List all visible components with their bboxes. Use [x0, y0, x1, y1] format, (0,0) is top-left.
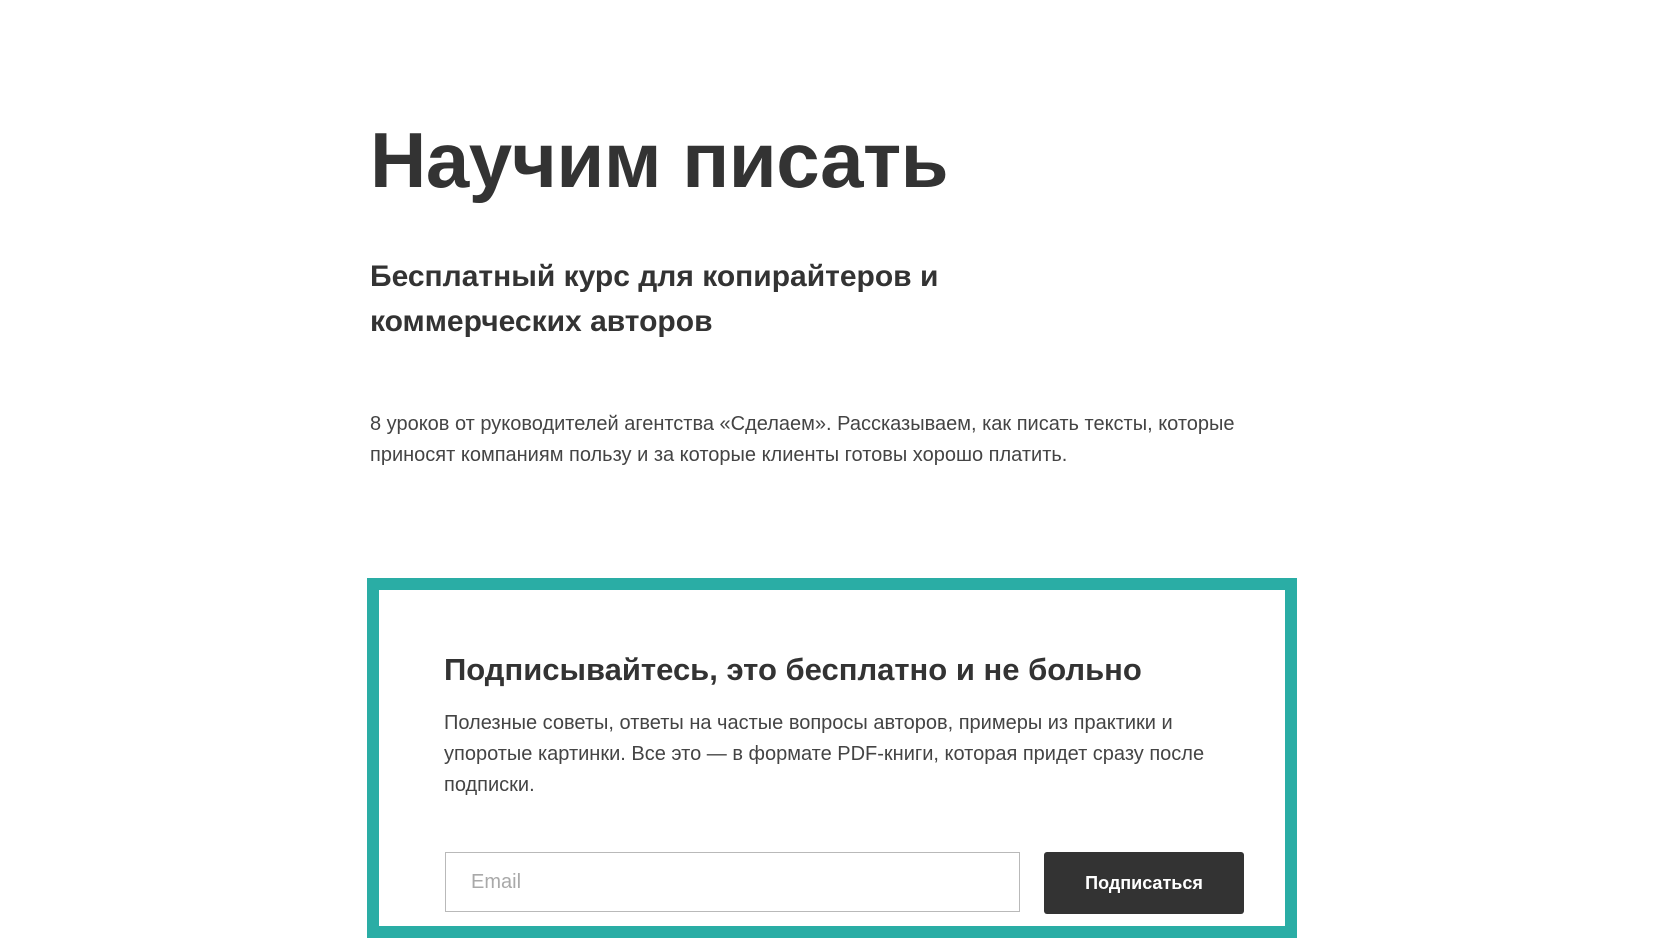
subscribe-form: Подписывайтесь, это бесплатно и не больн…	[367, 578, 1297, 938]
course-description: 8 уроков от руководителей агентства «Сде…	[370, 413, 1235, 466]
email-input[interactable]	[445, 852, 1020, 912]
page-title: Научим писать	[370, 116, 949, 204]
subscribe-title: Подписывайтесь, это бесплатно и не больн…	[444, 652, 1142, 687]
page-subtitle: Бесплатный курс для копирайтеров и комме…	[370, 260, 939, 338]
subscribe-description: Полезные советы, ответы на частые вопрос…	[444, 712, 1205, 796]
subscribe-button[interactable]: Подписаться	[1044, 852, 1244, 914]
